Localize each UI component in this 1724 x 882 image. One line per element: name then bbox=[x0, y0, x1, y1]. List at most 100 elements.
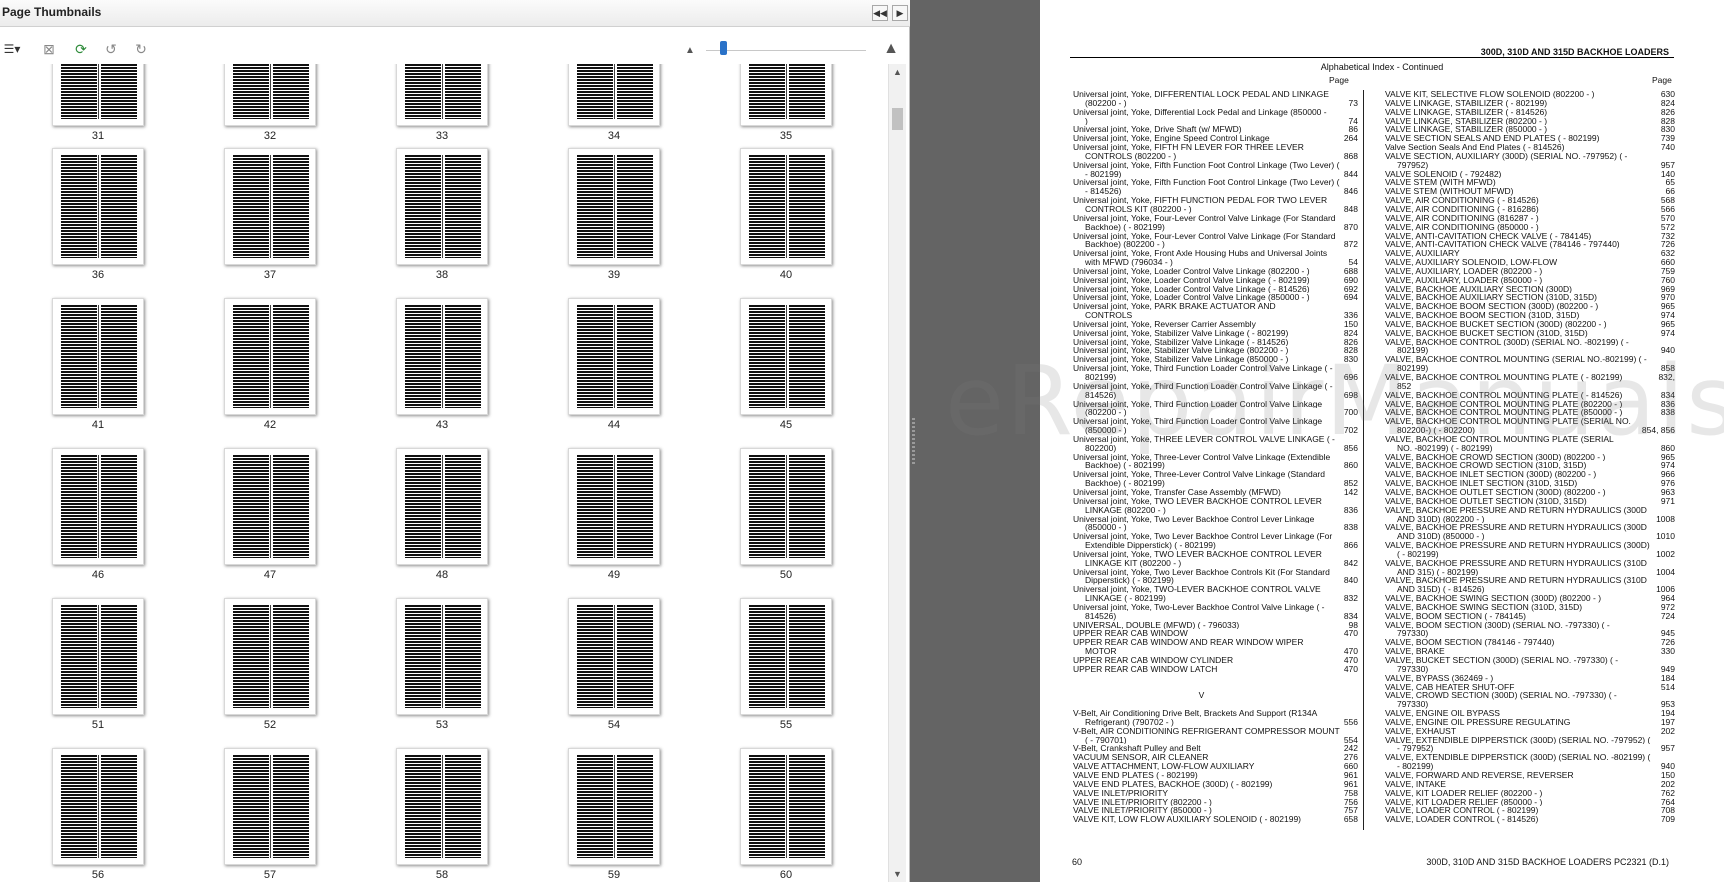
index-entry[interactable]: VALVE, BACKHOE CROWD SECTION (300D) (802… bbox=[1385, 452, 1675, 462]
thumbnail-page[interactable]: 42 bbox=[215, 298, 316, 448]
index-entry[interactable]: Universal joint, Yoke, TWO-LEVER BACKHOE… bbox=[1073, 585, 1358, 594]
index-entry[interactable]: Universal joint, Yoke, Four-Lever Contro… bbox=[1073, 214, 1358, 223]
index-entry[interactable]: Backhoe) ( - 802199) 870 bbox=[1073, 222, 1358, 232]
delete-pages-icon[interactable]: ⊠ bbox=[38, 39, 60, 59]
thumbnail-page[interactable]: 52 bbox=[215, 598, 316, 748]
thumbnail-page[interactable]: 51 bbox=[43, 598, 144, 748]
thumbnail-page[interactable]: 43 bbox=[387, 298, 488, 448]
index-entry[interactable]: VALVE, BACKHOE PRESSURE AND RETURN HYDRA… bbox=[1385, 506, 1675, 515]
zoom-in-large-icon[interactable]: ▲ bbox=[880, 39, 902, 59]
index-entry[interactable]: Universal joint, Yoke, Two-Lever Backhoe… bbox=[1073, 603, 1358, 612]
thumbnail-page[interactable]: 41 bbox=[43, 298, 144, 448]
index-entry[interactable]: VALVE, CAB HEATER SHUT-OFF 514 bbox=[1385, 682, 1675, 692]
index-entry[interactable]: (850000 - ) 838 bbox=[1073, 523, 1358, 533]
index-entry[interactable]: LINKAGE (802200 - ) 836 bbox=[1073, 505, 1358, 515]
thumbnails-scrollbar[interactable]: ▲ ▼ bbox=[888, 64, 906, 882]
thumbnail-size-slider-handle[interactable] bbox=[720, 41, 727, 55]
index-entry[interactable]: VALVE KIT, LOW FLOW AUXILIARY SOLENOID (… bbox=[1073, 815, 1358, 825]
index-entry[interactable]: Dipperstick) ( - 802199) 840 bbox=[1073, 576, 1358, 586]
index-entry[interactable]: Universal joint, Yoke, THREE LEVER CONTR… bbox=[1073, 435, 1358, 444]
index-entry[interactable]: VALVE, BACKHOE CONTROL MOUNTING PLATE (8… bbox=[1385, 399, 1675, 409]
thumbnail-page[interactable]: 45 bbox=[731, 298, 832, 448]
index-entry[interactable]: Extendible Dipperstick) ( - 802199) 866 bbox=[1073, 541, 1358, 550]
index-entry[interactable]: 797330) 949 bbox=[1385, 664, 1675, 674]
thumbnail-page[interactable]: 38 bbox=[387, 148, 488, 298]
index-entry[interactable]: ( - 790701) 554 bbox=[1073, 735, 1358, 745]
expand-panel-button[interactable]: ▶ bbox=[892, 5, 908, 21]
index-entry[interactable]: VALVE INLET/PRIORITY (802200 - ) 756 bbox=[1073, 797, 1358, 807]
index-entry[interactable]: UPPER REAR CAB WINDOW AND REAR WINDOW WI… bbox=[1073, 638, 1358, 647]
index-entry[interactable]: VALVE, ANTI-CAVITATION CHECK VALVE ( - 7… bbox=[1385, 231, 1675, 241]
insert-pages-icon[interactable]: ⟳ bbox=[70, 39, 92, 59]
thumbnail-page[interactable]: 49 bbox=[559, 448, 660, 598]
index-entry[interactable]: Valve Section Seals And End Plates ( - 8… bbox=[1385, 143, 1675, 152]
index-entry[interactable]: LINKAGE KIT (802200 - ) 842 bbox=[1073, 558, 1358, 568]
index-entry[interactable]: VALVE, BACKHOE AUXILIARY SECTION (300D) 9… bbox=[1385, 284, 1675, 294]
index-entry[interactable]: - 802199) 844 bbox=[1073, 169, 1358, 179]
index-entry[interactable]: Universal joint, Yoke, Differential Lock… bbox=[1073, 108, 1358, 117]
thumbnail-page[interactable]: 48 bbox=[387, 448, 488, 598]
index-entry[interactable]: VALVE, LOADER CONTROL ( - 814526) 709 bbox=[1385, 815, 1675, 825]
collapse-panel-button[interactable]: ◀◀ bbox=[872, 5, 888, 21]
rotate-left-icon[interactable]: ↺ bbox=[100, 39, 122, 59]
thumbnail-page[interactable]: 32 bbox=[215, 64, 316, 159]
index-entry[interactable]: VALVE, AIR CONDITIONING ( - 814526) 568 bbox=[1385, 196, 1675, 205]
index-entry[interactable]: VALVE, BACKHOE CONTROL (300D) (SERIAL NO… bbox=[1385, 338, 1675, 347]
index-entry[interactable]: LINKAGE ( - 802199) 832 bbox=[1073, 594, 1358, 603]
index-entry[interactable]: VALVE, BACKHOE CONTROL MOUNTING PLATE (S… bbox=[1385, 435, 1675, 444]
index-entry[interactable]: Backhoe) ( - 802199) 860 bbox=[1073, 461, 1358, 471]
zoom-out-small-icon[interactable]: ▲ bbox=[681, 41, 699, 61]
index-entry[interactable]: Universal joint, Yoke, Two Lever Backhoe… bbox=[1073, 532, 1358, 541]
index-entry[interactable]: VALVE, BOOM SECTION (784146 - 797440) 726 bbox=[1385, 638, 1675, 648]
index-entry[interactable]: VALVE STEM (WITH MFWD) 65 bbox=[1385, 178, 1675, 188]
index-entry[interactable]: 814526) 698 bbox=[1073, 390, 1358, 400]
index-entry[interactable]: VALVE, BOOM SECTION ( - 784145) 724 bbox=[1385, 611, 1675, 621]
index-entry[interactable]: VALVE, BACKHOE OUTLET SECTION (310D, 315… bbox=[1385, 496, 1675, 506]
index-entry[interactable]: VALVE SECTION SEALS AND END PLATES ( - 8… bbox=[1385, 134, 1675, 144]
thumbnail-page[interactable]: 60 bbox=[731, 748, 832, 882]
index-entry[interactable]: (850000 - ) 702 bbox=[1073, 426, 1358, 435]
index-entry[interactable]: Universal joint, Yoke, Reverser Carrier … bbox=[1073, 319, 1358, 329]
thumbnail-page[interactable]: 57 bbox=[215, 748, 316, 882]
index-entry[interactable]: VALVE KIT, SELECTIVE FLOW SOLENOID (8022… bbox=[1385, 90, 1675, 99]
thumbnail-page[interactable]: 35 bbox=[731, 64, 832, 159]
thumbnail-page[interactable]: 54 bbox=[559, 598, 660, 748]
thumbnail-page[interactable]: 56 bbox=[43, 748, 144, 882]
thumbnail-page[interactable]: 59 bbox=[559, 748, 660, 882]
index-entry[interactable]: V-Belt, Air Conditioning Drive Belt, Bra… bbox=[1073, 709, 1358, 718]
thumbnail-size-slider[interactable] bbox=[706, 50, 866, 51]
index-entry[interactable]: VALVE, BACKHOE SWING SECTION (300D) (802… bbox=[1385, 594, 1675, 603]
index-entry[interactable]: Universal joint, Yoke, Engine Speed Cont… bbox=[1073, 134, 1358, 144]
index-entry[interactable]: Universal joint, Yoke, Stabilizer Valve … bbox=[1073, 328, 1358, 338]
index-entry[interactable]: Universal joint, Yoke, Third Function Lo… bbox=[1073, 364, 1358, 373]
index-entry[interactable]: Universal joint, Yoke, DIFFERENTIAL LOCK… bbox=[1073, 90, 1358, 99]
index-entry[interactable]: VALVE, BACKHOE OUTLET SECTION (300D) (80… bbox=[1385, 487, 1675, 497]
index-entry[interactable]: VALVE, BACKHOE PRESSURE AND RETURN HYDRA… bbox=[1385, 576, 1675, 585]
index-entry[interactable]: VALVE, AIR CONDITIONING ( - 816286) 566 bbox=[1385, 204, 1675, 214]
index-entry[interactable]: UNIVERSAL, DOUBLE (MFWD) ( - 796033) 98 bbox=[1073, 620, 1358, 630]
thumbnail-page[interactable]: 40 bbox=[731, 148, 832, 298]
thumbnail-page[interactable]: 58 bbox=[387, 748, 488, 882]
index-entry[interactable]: VALVE, AUXILIARY 632 bbox=[1385, 249, 1675, 259]
index-entry[interactable]: 802199) 696 bbox=[1073, 373, 1358, 382]
index-entry[interactable]: VALVE, BACKHOE BOOM SECTION (300D) (8022… bbox=[1385, 302, 1675, 312]
index-entry[interactable]: VALVE, BRAKE 330 bbox=[1385, 647, 1675, 656]
index-entry[interactable]: - 797952) 957 bbox=[1385, 744, 1675, 754]
index-entry[interactable]: CONTROLS KIT (802200 - ) 848 bbox=[1073, 204, 1358, 214]
index-entry[interactable]: VALVE, INTAKE 202 bbox=[1385, 779, 1675, 789]
index-entry[interactable]: VALVE, BACKHOE CONTROL MOUNTING PLATE (S… bbox=[1385, 417, 1675, 426]
index-entry[interactable]: VALVE, BACKHOE PRESSURE AND RETURN HYDRA… bbox=[1385, 541, 1675, 550]
index-entry[interactable]: AND 315D) ( - 814526) 1006 bbox=[1385, 585, 1675, 595]
index-entry[interactable]: VALVE LINKAGE, STABILIZER (802200 - ) 828 bbox=[1385, 116, 1675, 126]
scroll-down-icon[interactable]: ▼ bbox=[889, 866, 906, 882]
index-entry[interactable]: Universal joint, Yoke, Loader Control Va… bbox=[1073, 275, 1358, 285]
index-entry[interactable]: VALVE, EXTENDIBLE DIPPERSTICK (300D) (SE… bbox=[1385, 736, 1675, 745]
index-entry[interactable]: Universal joint, Yoke, FIFTH FN LEVER FO… bbox=[1073, 143, 1358, 152]
index-entry[interactable]: VALVE, BACKHOE CONTROL MOUNTING PLATE (8… bbox=[1385, 408, 1675, 418]
index-entry[interactable]: Universal joint, Yoke, Stabilizer Valve … bbox=[1073, 337, 1358, 347]
index-entry[interactable]: with MFWD (796034 - ) 54 bbox=[1073, 258, 1358, 267]
index-entry[interactable]: Universal joint, Yoke, Drive Shaft (w/ M… bbox=[1073, 125, 1358, 135]
index-entry[interactable]: AND 310D) (802200 - ) 1008 bbox=[1385, 514, 1675, 524]
thumbnail-page[interactable]: 47 bbox=[215, 448, 316, 598]
index-entry[interactable]: VALVE, BACKHOE SWING SECTION (310D, 315D… bbox=[1385, 602, 1675, 612]
